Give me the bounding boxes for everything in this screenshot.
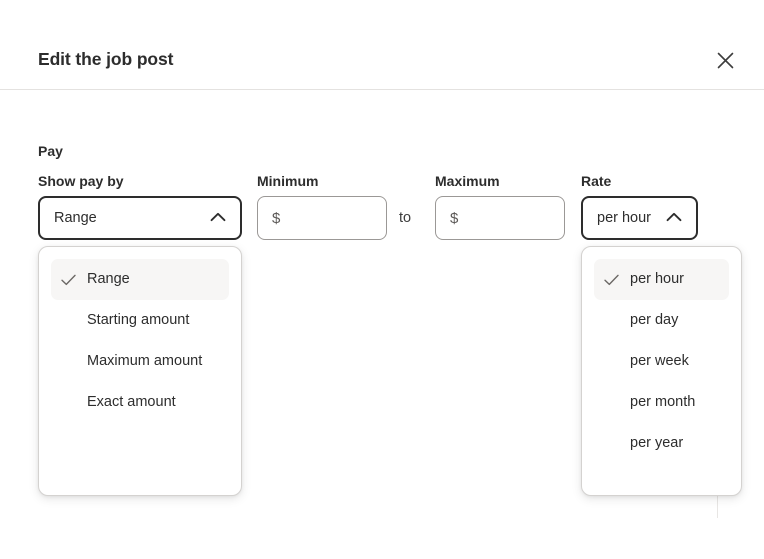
modal-body: Pay Show pay by Minimum Maximum Rate Ran…: [0, 90, 764, 559]
check-placeholder: [604, 350, 630, 373]
show-pay-by-option-starting-amount[interactable]: Starting amount: [51, 300, 229, 341]
show-pay-by-select[interactable]: Range: [38, 196, 242, 240]
option-label: per week: [630, 353, 689, 369]
page-title: Edit the job post: [38, 49, 174, 69]
rate-option-per-week[interactable]: per week: [594, 341, 729, 382]
check-placeholder: [604, 309, 630, 332]
background-divider: [717, 496, 718, 518]
option-label: per hour: [630, 271, 685, 287]
option-label: Maximum amount: [87, 353, 203, 369]
maximum-input[interactable]: [435, 196, 565, 240]
check-placeholder: [61, 350, 87, 373]
option-label: per day: [630, 312, 679, 328]
option-label: per month: [630, 394, 696, 410]
show-pay-by-label: Show pay by: [38, 173, 124, 189]
chevron-up-icon: [666, 210, 682, 226]
option-label: Exact amount: [87, 394, 176, 410]
close-button[interactable]: [708, 43, 742, 77]
check-icon: [604, 268, 630, 291]
rate-option-per-day[interactable]: per day: [594, 300, 729, 341]
rate-select[interactable]: per hour: [581, 196, 698, 240]
show-pay-by-dropdown-panel: Range Starting amount Maximum amount Exa…: [38, 246, 242, 496]
rate-dropdown-panel: per hour per day per week per month per …: [581, 246, 742, 496]
option-label: per year: [630, 435, 684, 451]
minimum-input[interactable]: [257, 196, 387, 240]
rate-option-per-hour[interactable]: per hour: [594, 259, 729, 300]
show-pay-by-option-maximum-amount[interactable]: Maximum amount: [51, 341, 229, 382]
close-icon: [717, 52, 734, 69]
check-placeholder: [61, 391, 87, 414]
range-separator-text: to: [399, 210, 412, 226]
maximum-label: Maximum: [435, 173, 500, 189]
check-icon: [61, 268, 87, 291]
rate-label: Rate: [581, 173, 612, 189]
chevron-up-icon: [210, 210, 226, 226]
show-pay-by-option-range[interactable]: Range: [51, 259, 229, 300]
show-pay-by-option-exact-amount[interactable]: Exact amount: [51, 382, 229, 423]
pay-section-label: Pay: [38, 143, 63, 159]
rate-selected-value: per hour: [597, 210, 652, 226]
check-placeholder: [604, 432, 630, 455]
rate-option-per-month[interactable]: per month: [594, 382, 729, 423]
rate-option-per-year[interactable]: per year: [594, 423, 729, 464]
option-label: Starting amount: [87, 312, 190, 328]
check-placeholder: [604, 391, 630, 414]
show-pay-by-selected-value: Range: [54, 210, 97, 226]
check-placeholder: [61, 309, 87, 332]
option-label: Range: [87, 271, 130, 287]
modal-header: Edit the job post: [0, 0, 764, 90]
minimum-label: Minimum: [257, 173, 319, 189]
